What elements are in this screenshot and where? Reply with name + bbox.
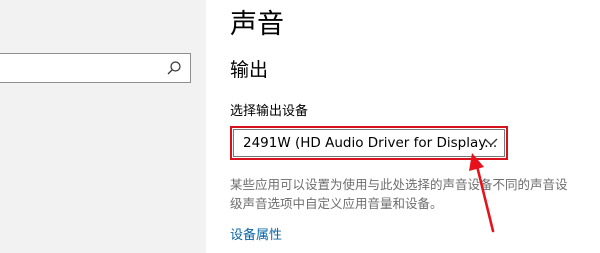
- left-navigation-pane: [0, 0, 206, 253]
- chevron-down-icon: [484, 138, 498, 146]
- search-input[interactable]: [5, 58, 155, 78]
- output-device-dropdown[interactable]: 2491W (HD Audio Driver for Display...: [230, 126, 508, 160]
- search-icon[interactable]: [166, 60, 182, 76]
- page-title: 声音: [230, 9, 284, 40]
- selected-output-device: 2491W (HD Audio Driver for Display...: [243, 135, 498, 151]
- description-line-2: 级声音选项中自定义应用音量和设备。: [230, 196, 443, 211]
- sound-settings-page: 声音 输出 选择输出设备 2491W (HD Audio Driver for …: [206, 0, 600, 253]
- output-device-description: 某些应用可以设置为使用与此处选择的声音设备不同的声音设 级声音选项中自定义应用音…: [230, 175, 600, 213]
- description-line-1: 某些应用可以设置为使用与此处选择的声音设备不同的声音设: [230, 177, 568, 192]
- settings-search-box[interactable]: [0, 53, 191, 83]
- device-properties-link[interactable]: 设备属性: [230, 224, 282, 243]
- output-device-label: 选择输出设备: [230, 104, 309, 119]
- output-section-title: 输出: [230, 59, 269, 81]
